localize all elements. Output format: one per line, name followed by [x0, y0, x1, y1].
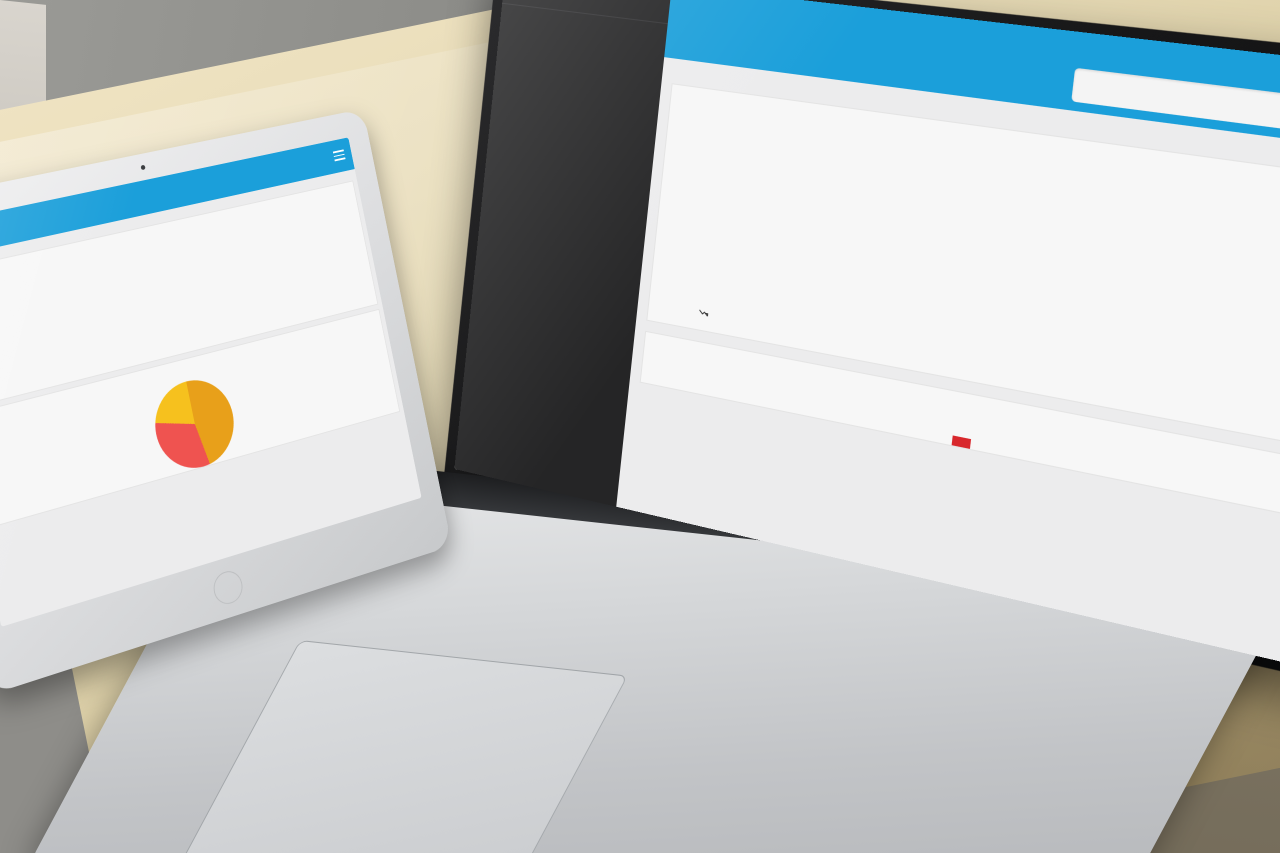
traffic-by-country-pie	[147, 371, 242, 478]
brand-subtitle	[513, 0, 659, 6]
brand-title	[514, 0, 660, 2]
menu-icon[interactable]	[332, 149, 346, 163]
trend-down-icon	[697, 306, 710, 319]
percent-change	[697, 306, 713, 320]
photo-scene	[0, 0, 1280, 853]
